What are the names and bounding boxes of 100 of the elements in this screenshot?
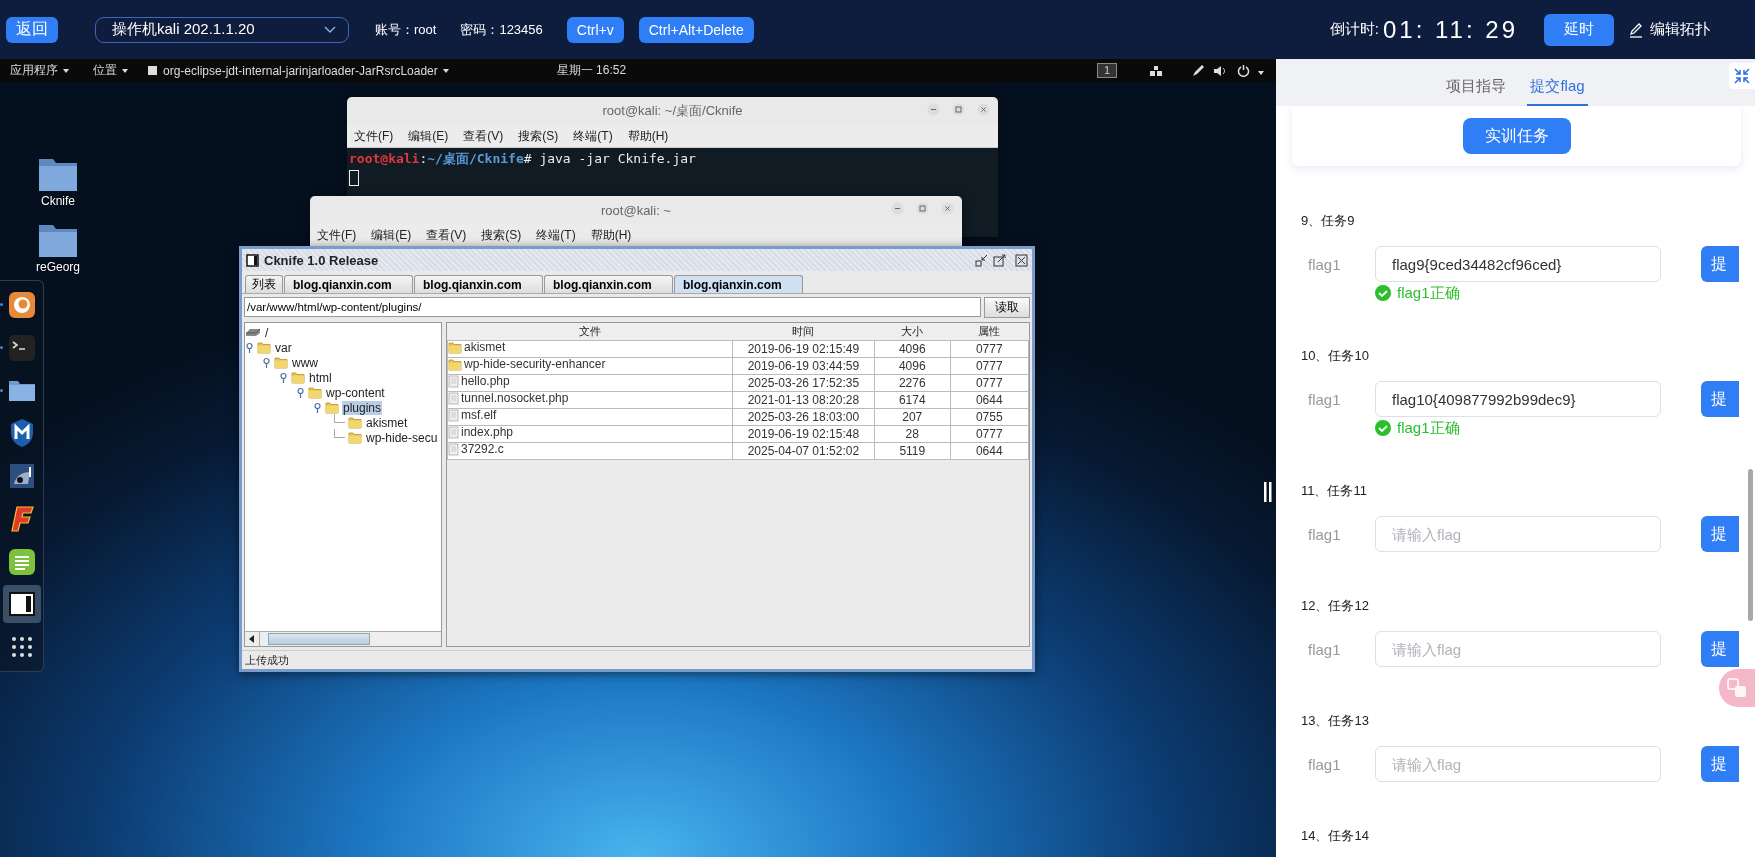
panel-menu[interactable]: 应用程序 (10, 62, 69, 79)
tab[interactable]: blog.qianxin.com (284, 275, 413, 293)
volume-icon[interactable] (1213, 64, 1227, 77)
column-header[interactable]: 文件 (447, 323, 733, 341)
splitter-handle[interactable] (1264, 482, 1272, 502)
menu-item[interactable]: 文件(F) (317, 226, 357, 244)
column-header[interactable]: 时间 (732, 323, 875, 341)
result-text: flag1正确 (1397, 283, 1460, 303)
close-button[interactable] (1015, 253, 1028, 267)
expand-handle[interactable] (313, 401, 322, 414)
task-title: 10、任务10 (1301, 347, 1370, 365)
file-name[interactable]: index.php (461, 426, 514, 439)
folder-icon[interactable] (38, 222, 78, 258)
close-button[interactable] (941, 202, 954, 215)
dock-item[interactable] (2, 585, 41, 624)
tab[interactable]: blog.qianxin.com (414, 275, 543, 293)
expand-handle[interactable] (245, 341, 254, 354)
tab[interactable]: 项目指导 (1443, 77, 1510, 106)
expand-handle[interactable] (262, 356, 271, 369)
flag-input[interactable]: 请输入flag (1375, 631, 1661, 667)
menu-item[interactable]: 查看(V) (426, 226, 467, 244)
menu-item[interactable]: 编辑(E) (371, 226, 412, 244)
menu-item[interactable]: 编辑(E) (408, 127, 449, 145)
workspace-switcher[interactable]: 1 (1097, 63, 1117, 78)
training-task-button[interactable]: 实训任务 (1462, 118, 1571, 154)
expand-handle[interactable] (296, 386, 305, 399)
delay-button[interactable]: 延时 (1544, 13, 1614, 46)
tree-item[interactable]: wp-hide-secu (365, 430, 439, 445)
minimize-button[interactable] (927, 103, 940, 116)
submit-button[interactable]: 提 (1701, 246, 1739, 282)
countdown-label: 倒计时: (1329, 20, 1379, 39)
submit-button[interactable]: 提 (1701, 631, 1739, 667)
column-header[interactable]: 大小 (874, 323, 951, 341)
expand-handle[interactable] (279, 371, 288, 384)
panel-menu[interactable]: 位置 (93, 62, 128, 79)
caret-icon (442, 68, 449, 73)
tab[interactable]: blog.qianxin.com (674, 275, 803, 293)
tree-item[interactable]: html (308, 370, 333, 385)
tab[interactable]: 列表 (245, 275, 283, 293)
clock: 星期一 16:52 (556, 62, 627, 79)
tree-item[interactable]: var (274, 340, 293, 355)
machine-select[interactable]: 操作机kali 202.1.1.20 (95, 16, 349, 43)
column-header[interactable]: 属性 (950, 323, 1029, 341)
menu-item[interactable]: 查看(V) (463, 127, 504, 145)
close-button[interactable] (977, 103, 990, 116)
task-title: 13、任务13 (1301, 712, 1370, 730)
flag-input[interactable]: flag10{409877992b99dec9} (1375, 381, 1661, 417)
menu-item[interactable]: 搜索(S) (481, 226, 522, 244)
terminal-icon (7, 333, 36, 362)
edit-topology-link[interactable]: 编辑拓扑 (1650, 20, 1710, 39)
tree-item[interactable]: akismet (365, 415, 409, 430)
folder-icon[interactable] (38, 156, 78, 192)
file-name[interactable]: hello.php (461, 375, 510, 388)
tab[interactable]: blog.qianxin.com (544, 275, 673, 293)
menu-item[interactable]: 帮助(H) (590, 226, 632, 244)
tree-item[interactable]: plugins (342, 400, 383, 415)
file-name[interactable]: msf.elf (461, 409, 497, 422)
shield-icon (8, 418, 35, 449)
path-field[interactable]: /var/www/html/wp-content/plugins/ (244, 297, 981, 317)
key-combo-button[interactable]: Ctrl+v (566, 16, 624, 43)
maximize-button[interactable] (993, 253, 1006, 267)
menu-item[interactable]: 搜索(S) (518, 127, 559, 145)
desktop-icon-label[interactable]: Cknife (41, 194, 75, 208)
tree-item[interactable]: www (291, 355, 319, 370)
folder-icon (291, 371, 305, 384)
menu-item[interactable]: 终端(T) (536, 226, 576, 244)
folder-icon (308, 386, 322, 399)
file-name[interactable]: 37292.c (461, 443, 504, 456)
key-combo-button[interactable]: Ctrl+Alt+Delete (638, 16, 754, 43)
check-icon (1375, 420, 1391, 436)
desktop-icon-label[interactable]: reGeorg (36, 260, 80, 274)
back-button[interactable]: 返回 (6, 16, 58, 43)
task-title: 14、任务14 (1301, 827, 1370, 845)
minimize-button[interactable] (975, 253, 988, 267)
submit-button[interactable]: 提 (1701, 746, 1739, 782)
flag-input[interactable]: 请输入flag (1375, 746, 1661, 782)
file-name[interactable]: akismet (464, 341, 506, 354)
network-icon[interactable] (1149, 64, 1163, 77)
tree-item[interactable]: wp-content (325, 385, 386, 400)
chevron-icon (324, 25, 336, 34)
scrollbar[interactable] (1748, 469, 1753, 621)
menu-item[interactable]: 终端(T) (573, 127, 613, 145)
collapse-button[interactable] (1729, 63, 1755, 89)
flag-input[interactable]: 请输入flag (1375, 516, 1661, 552)
collapse-icon (1734, 68, 1750, 84)
submit-button[interactable]: 提 (1701, 381, 1739, 417)
horizontal-scrollbar[interactable] (245, 631, 441, 646)
menu-item[interactable]: 帮助(H) (627, 127, 669, 145)
scroll-left-arrow-icon[interactable] (249, 635, 255, 643)
active-app-menu[interactable]: org-eclipse-jdt-internal-jarinjarloader-JarRsrcLoader (163, 63, 449, 78)
menu-item[interactable]: 文件(F) (354, 127, 394, 145)
countdown-timer: 01: 11: 29 (1383, 15, 1518, 44)
flag-input[interactable]: flag9{9ced34482cf96ced} (1375, 246, 1661, 282)
tree-item[interactable]: / (264, 325, 270, 340)
read-button[interactable]: 读取 (984, 297, 1030, 318)
submit-button[interactable]: 提 (1701, 516, 1739, 552)
pen-icon[interactable] (1191, 63, 1205, 78)
minimize-button[interactable] (891, 202, 904, 215)
folder-icon (274, 356, 288, 369)
power-icon[interactable] (1237, 64, 1250, 77)
